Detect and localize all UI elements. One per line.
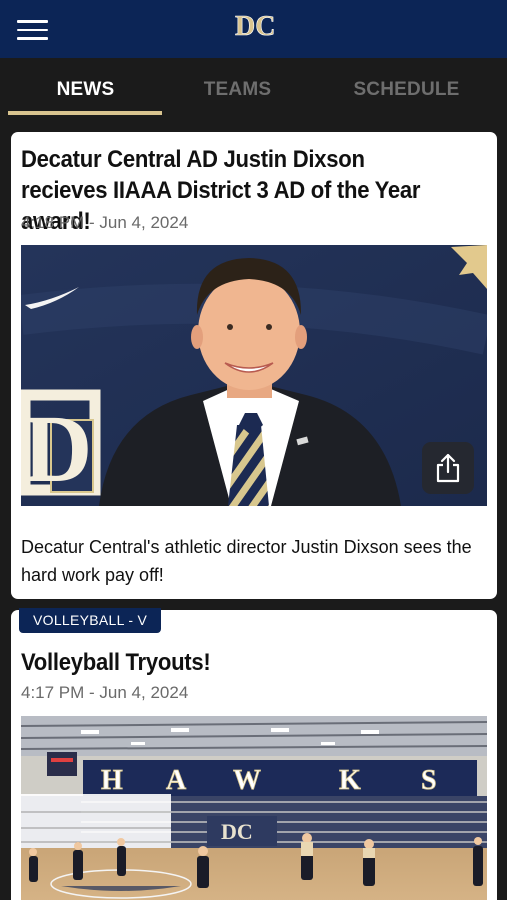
gym-photo: H A W K S DC xyxy=(21,716,487,900)
article-date: 4:18 PM - Jun 4, 2024 xyxy=(21,213,189,232)
banner-letter: H xyxy=(101,765,123,796)
portrait-photo: D xyxy=(21,245,487,506)
article-image[interactable]: H A W K S DC xyxy=(21,716,487,900)
tab-teams[interactable]: TEAMS xyxy=(160,58,315,122)
tab-schedule[interactable]: SCHEDULE xyxy=(329,58,484,122)
svg-text:D: D xyxy=(23,395,92,502)
banner-letter: A xyxy=(166,765,187,796)
category-badge: VOLLEYBALL - V xyxy=(19,608,162,633)
logo-letter-d: DC xyxy=(235,11,274,42)
active-tab-indicator xyxy=(8,111,162,115)
share-icon xyxy=(436,453,460,483)
dc-logo-icon[interactable]: DC xyxy=(234,8,274,50)
article-title[interactable]: Volleyball Tryouts! xyxy=(21,647,450,678)
article-card[interactable]: Decatur Central AD Justin Dixson recieve… xyxy=(11,132,497,599)
share-button[interactable] xyxy=(422,442,474,494)
article-image[interactable]: D xyxy=(21,245,487,506)
news-feed: Decatur Central AD Justin Dixson recieve… xyxy=(0,122,507,900)
article-summary: Decatur Central's athletic director Just… xyxy=(21,537,472,585)
banner-letter: K xyxy=(339,765,361,796)
banner-letter: W xyxy=(233,765,261,796)
dc-wall-logo: D xyxy=(21,389,101,502)
hamburger-menu-icon[interactable] xyxy=(17,20,48,40)
article-card[interactable]: VOLLEYBALL - V Volleyball Tryouts! 4:17 … xyxy=(11,608,497,900)
svg-text:DC: DC xyxy=(221,819,253,844)
app-header: DC xyxy=(0,0,507,58)
article-date: 4:17 PM - Jun 4, 2024 xyxy=(21,683,189,702)
banner-letter: S xyxy=(421,765,437,796)
